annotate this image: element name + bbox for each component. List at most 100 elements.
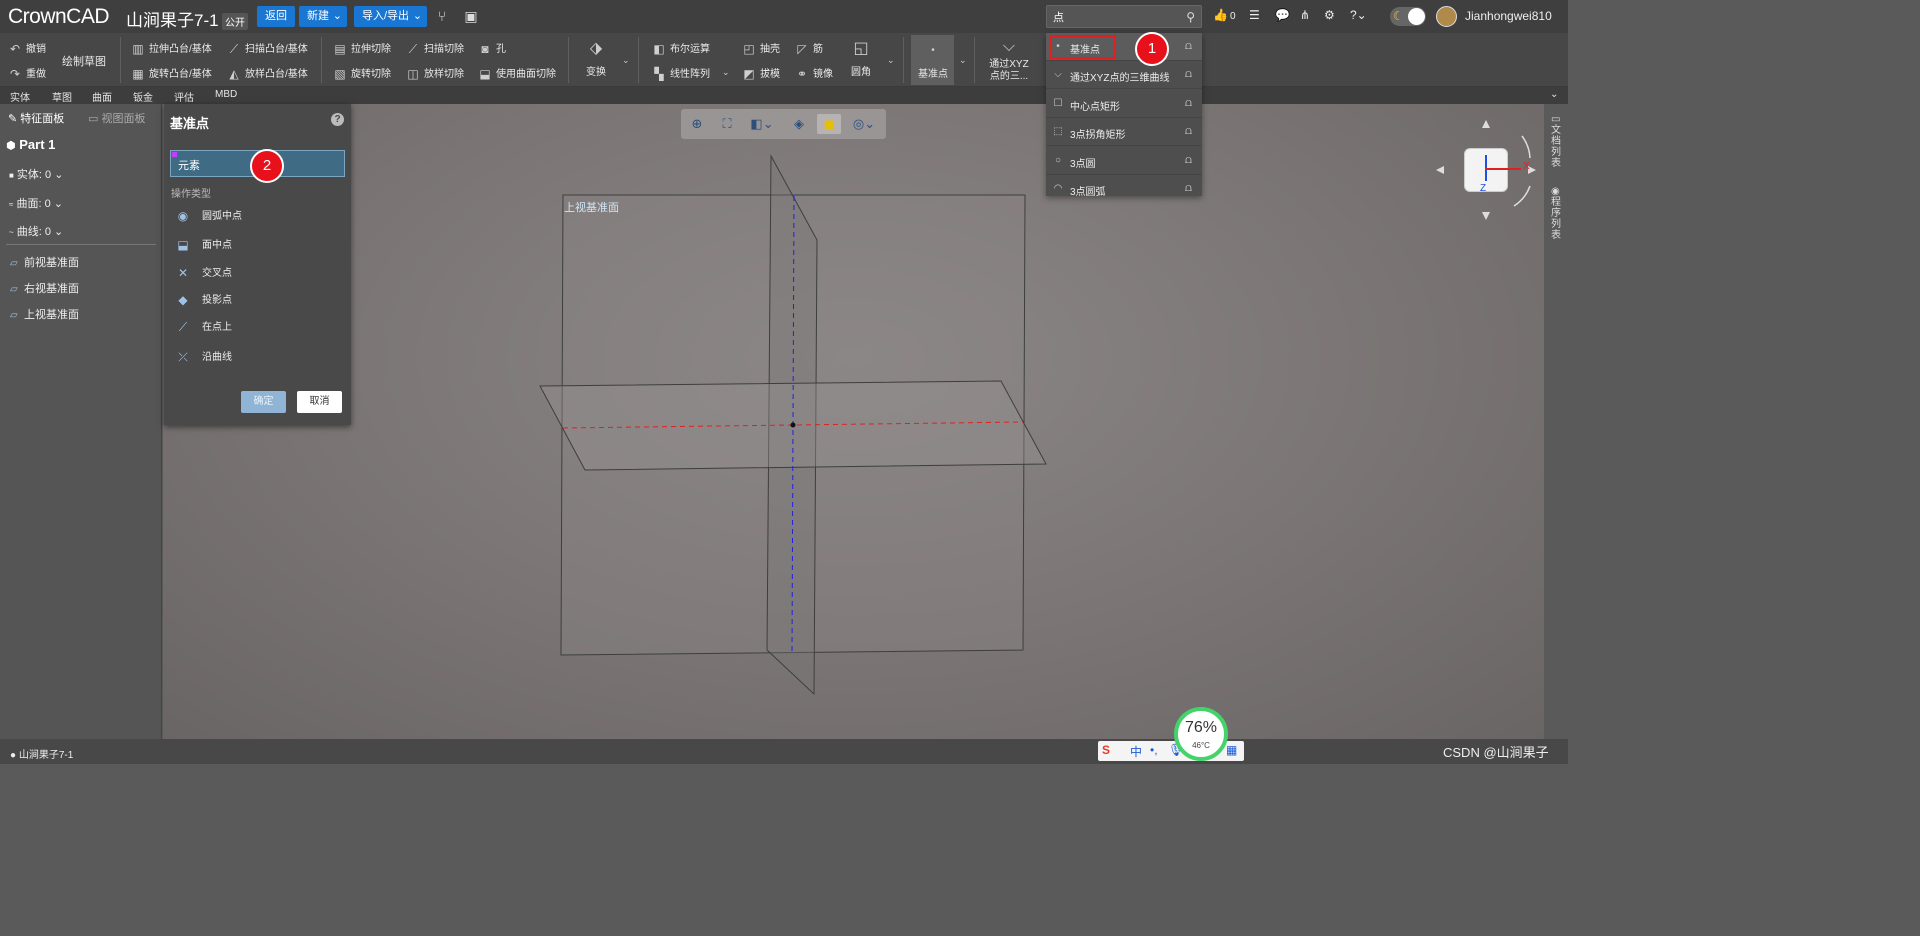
chevron-down-icon[interactable]: ⌄ <box>622 55 630 66</box>
boolean-button[interactable]: ◧ 布尔运算 <box>652 40 710 56</box>
tab-solid[interactable]: 实体 <box>10 89 30 104</box>
tab-sketch[interactable]: 草图 <box>52 89 72 104</box>
settings-gear-icon[interactable]: ⚙ <box>1324 8 1335 22</box>
document-title[interactable]: 山涧果子7-1 <box>126 6 219 31</box>
tab-mbd[interactable]: MBD <box>215 89 237 100</box>
solid-count[interactable]: ■ 实体: 0 ⌄ <box>9 166 63 182</box>
zoom-icon[interactable]: ⊕ <box>685 114 709 134</box>
doc-list-tab[interactable]: ▭ 文档列表 <box>1551 114 1561 169</box>
search-icon[interactable]: ⚲ <box>1186 10 1195 24</box>
cancel-button[interactable]: 取消 <box>297 391 342 413</box>
loft-boss-button[interactable]: ◭ 放样凸台/基体 <box>227 65 307 81</box>
shell-button[interactable]: ◰ 抽壳 <box>742 40 780 56</box>
tab-sheet-metal[interactable]: 钣金 <box>133 89 153 104</box>
tree-plane-top[interactable]: ▱ 上视基准面 <box>10 306 79 322</box>
xyz-curve-button[interactable]: ⌵ 通过XYZ 点的三... <box>986 37 1032 83</box>
op-face-center[interactable]: ⬓ 面中点 <box>174 236 232 252</box>
command-search[interactable]: ⚲ <box>1046 5 1202 28</box>
result-3pt-arc[interactable]: ◠ 3点圆弧 ⩍ <box>1046 175 1202 196</box>
fillet-button[interactable]: ◱ 圆角 <box>846 39 876 78</box>
program-list-tab[interactable]: ◉ 程序列表 <box>1551 186 1561 241</box>
rib-button[interactable]: ◸ 筋 <box>795 40 823 56</box>
result-xyz-curve[interactable]: ⌵ 通过XYZ点的三维曲线 ⩍ <box>1046 61 1202 89</box>
redo-button[interactable]: ↷ 重做 <box>8 65 46 81</box>
3d-viewport[interactable]: 上视基准面 ⊕ ⛶ ◧⌄ ◈ ◼ ◎⌄ Z X <box>163 104 1544 739</box>
op-intersection[interactable]: ✕ 交叉点 <box>174 264 232 280</box>
like-button[interactable]: 👍 0 <box>1213 8 1236 22</box>
avatar[interactable] <box>1436 6 1457 27</box>
search-input[interactable] <box>1053 8 1179 25</box>
user-name[interactable]: Jianhongwei810 <box>1465 9 1552 23</box>
new-button[interactable]: 新建 ⌄ <box>299 6 347 27</box>
tree-plane-front[interactable]: ▱ 前视基准面 <box>10 254 79 270</box>
pin-icon[interactable]: ⩍ <box>1185 97 1192 110</box>
import-export-button[interactable]: 导入/导出 ⌄ <box>354 6 428 27</box>
arrow-left-icon[interactable] <box>1436 166 1444 174</box>
op-projection[interactable]: ◆ 投影点 <box>174 291 232 307</box>
status-document[interactable]: ● 山涧果子7-1 <box>10 746 73 761</box>
chevron-down-icon[interactable]: ⌄ <box>959 55 967 66</box>
appearance-icon[interactable]: ◎⌄ <box>847 114 881 134</box>
datum-point-button[interactable]: • 基准点 <box>914 41 952 80</box>
sweep-cut-button[interactable]: ⟋ 扫描切除 <box>406 40 464 56</box>
revolve-cut-button[interactable]: ▧ 旋转切除 <box>333 65 391 81</box>
origin-point[interactable] <box>790 422 796 428</box>
extrude-cut-button[interactable]: ▤ 拉伸切除 <box>333 40 391 56</box>
arrow-down-icon[interactable] <box>1482 212 1490 220</box>
hole-button[interactable]: ◙ 孔 <box>478 40 506 56</box>
chevron-down-icon[interactable]: ⌄ <box>722 67 730 78</box>
tab-feature-panel[interactable]: ✎ 特征面板 <box>8 110 64 126</box>
branch-icon[interactable]: ⑂ <box>434 8 450 24</box>
nav-cube[interactable]: Z X <box>1464 148 1530 194</box>
fit-view-icon[interactable]: ⛶ <box>715 114 739 134</box>
help-icon[interactable]: ?⌄ <box>1350 8 1367 22</box>
save-icon[interactable]: ▣ <box>463 8 479 24</box>
sketch-button[interactable]: 绘制草图 <box>62 53 106 69</box>
pin-icon[interactable]: ⩍ <box>1185 40 1192 53</box>
extrude-boss-button[interactable]: ▥ 拉伸凸台/基体 <box>131 40 211 56</box>
help-icon[interactable]: ? <box>331 113 344 126</box>
pin-icon[interactable]: ⩍ <box>1185 68 1192 81</box>
tab-evaluate[interactable]: 评估 <box>174 89 194 104</box>
part-node[interactable]: ⬢ Part 1 <box>6 137 55 152</box>
rotate-arrow-icon[interactable] <box>1521 135 1531 159</box>
share-icon[interactable]: ⋔ <box>1300 8 1310 22</box>
mirror-button[interactable]: ⚭ 镜像 <box>795 65 833 81</box>
rotate-arrow-icon[interactable] <box>1513 185 1531 207</box>
comment-icon[interactable]: 💬 <box>1275 8 1290 22</box>
revolve-boss-button[interactable]: ▦ 旋转凸台/基体 <box>131 65 211 81</box>
section-view-icon[interactable]: ◈ <box>787 114 811 134</box>
result-3pt-corner-rect[interactable]: ⬚ 3点拐角矩形 ⩍ <box>1046 118 1202 146</box>
shaded-display-icon[interactable]: ◼ <box>817 114 841 134</box>
surface-count[interactable]: ≈ 曲面: 0 ⌄ <box>9 195 63 211</box>
chevron-down-icon[interactable]: ⌄ <box>887 55 895 66</box>
view-orientation-icon[interactable]: ◧⌄ <box>745 114 779 134</box>
performance-widget[interactable]: 76% 46°C <box>1174 707 1228 761</box>
curve-count[interactable]: ~ 曲线: 0 ⌄ <box>9 223 63 239</box>
op-on-point[interactable]: ⟋ 在点上 <box>174 318 232 334</box>
tab-view-panel[interactable]: ▭ 视图面板 <box>88 110 145 126</box>
linear-pattern-button[interactable]: ▚ 线性阵列 <box>652 65 710 81</box>
pin-icon[interactable]: ⩍ <box>1185 154 1192 167</box>
tab-surface[interactable]: 曲面 <box>92 89 112 104</box>
op-arc-center[interactable]: ◉ 圆弧中点 <box>174 207 242 223</box>
undo-button[interactable]: ↶ 撤销 <box>8 40 46 56</box>
transform-button[interactable]: ⬗ 变换 <box>580 39 612 78</box>
loft-cut-button[interactable]: ◫ 放样切除 <box>406 65 464 81</box>
back-button[interactable]: 返回 <box>257 6 295 27</box>
tree-plane-right[interactable]: ▱ 右视基准面 <box>10 280 79 296</box>
result-3pt-circle[interactable]: ○ 3点圆 ⩍ <box>1046 147 1202 175</box>
pin-icon[interactable]: ⩍ <box>1185 125 1192 138</box>
ok-button[interactable]: 确定 <box>241 391 286 413</box>
theme-toggle[interactable]: ☾ <box>1390 7 1426 26</box>
surface-cut-button[interactable]: ⬓ 使用曲面切除 <box>478 65 556 81</box>
op-along-curve[interactable]: ⤫ 沿曲线 <box>174 348 232 364</box>
arrow-up-icon[interactable] <box>1482 120 1490 128</box>
result-center-rect[interactable]: ☐ 中心点矩形 ⩍ <box>1046 90 1202 118</box>
sweep-boss-button[interactable]: ⟋ 扫描凸台/基体 <box>227 40 308 56</box>
result-datum-point[interactable]: • 基准点 ⩍ <box>1046 33 1202 61</box>
chevron-down-icon[interactable]: ⌄ <box>1550 89 1558 100</box>
pin-icon[interactable]: ⩍ <box>1185 182 1192 195</box>
list-icon[interactable]: ☰ <box>1249 8 1260 22</box>
draft-button[interactable]: ◩ 拔模 <box>742 65 780 81</box>
